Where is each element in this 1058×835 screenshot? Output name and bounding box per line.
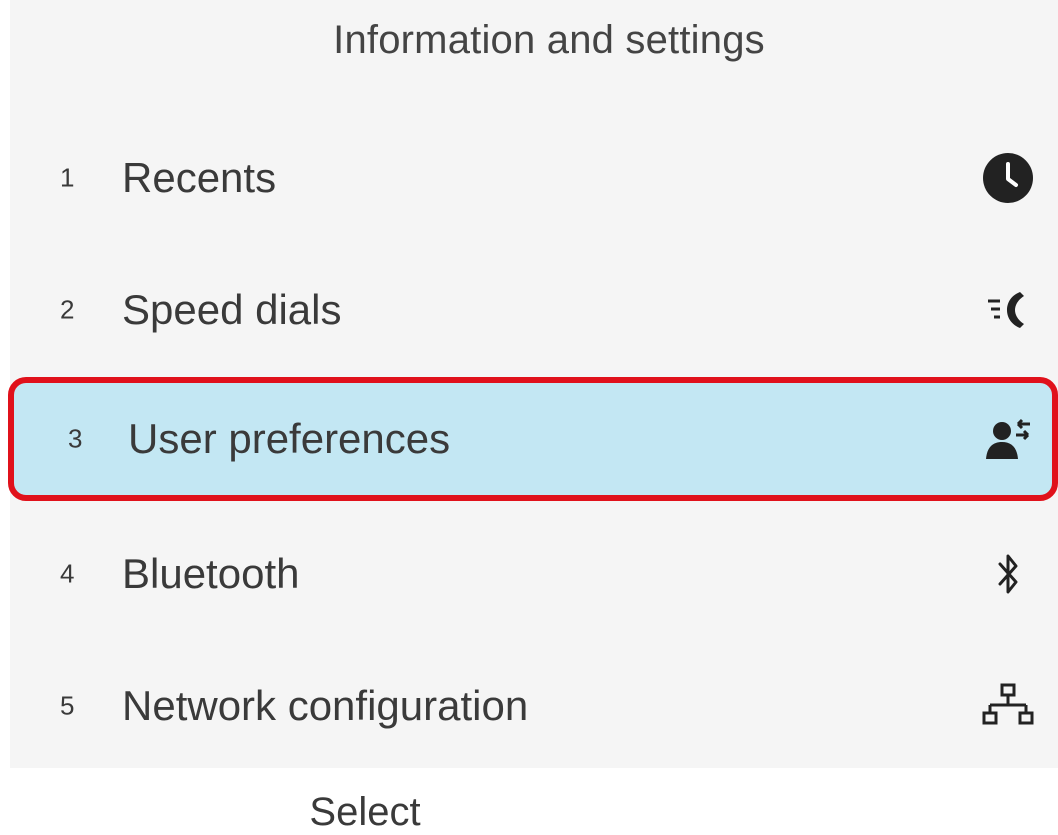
menu-item-label: Network configuration bbox=[122, 682, 529, 729]
menu-item-network-configuration[interactable]: 5 Network configuration bbox=[10, 646, 1058, 766]
menu-item-label: Bluetooth bbox=[122, 550, 300, 597]
bluetooth-icon bbox=[980, 546, 1036, 602]
clock-icon bbox=[980, 150, 1036, 206]
menu-item-number: 5 bbox=[60, 690, 75, 721]
speed-dial-icon bbox=[980, 282, 1036, 338]
menu-item-recents[interactable]: 1 Recents bbox=[10, 118, 1058, 238]
user-preferences-icon bbox=[980, 411, 1036, 467]
select-softkey[interactable]: Select bbox=[270, 790, 460, 835]
menu-item-bluetooth[interactable]: 4 Bluetooth bbox=[10, 514, 1058, 634]
menu-item-number: 4 bbox=[60, 558, 75, 589]
phone-screen: Information and settings 1 Recents 2 Spe… bbox=[8, 0, 1058, 768]
menu-item-number: 1 bbox=[60, 162, 75, 193]
menu-item-label: Recents bbox=[122, 154, 277, 201]
menu-item-speed-dials[interactable]: 2 Speed dials bbox=[10, 250, 1058, 370]
menu-item-label: User preferences bbox=[128, 415, 451, 462]
network-icon bbox=[980, 678, 1036, 734]
menu-item-user-preferences[interactable]: 3 User preferences bbox=[8, 377, 1058, 501]
menu-item-number: 2 bbox=[60, 294, 75, 325]
page-title: Information and settings bbox=[333, 18, 765, 62]
menu-item-label: Speed dials bbox=[122, 286, 342, 333]
menu-item-number: 3 bbox=[68, 423, 83, 454]
